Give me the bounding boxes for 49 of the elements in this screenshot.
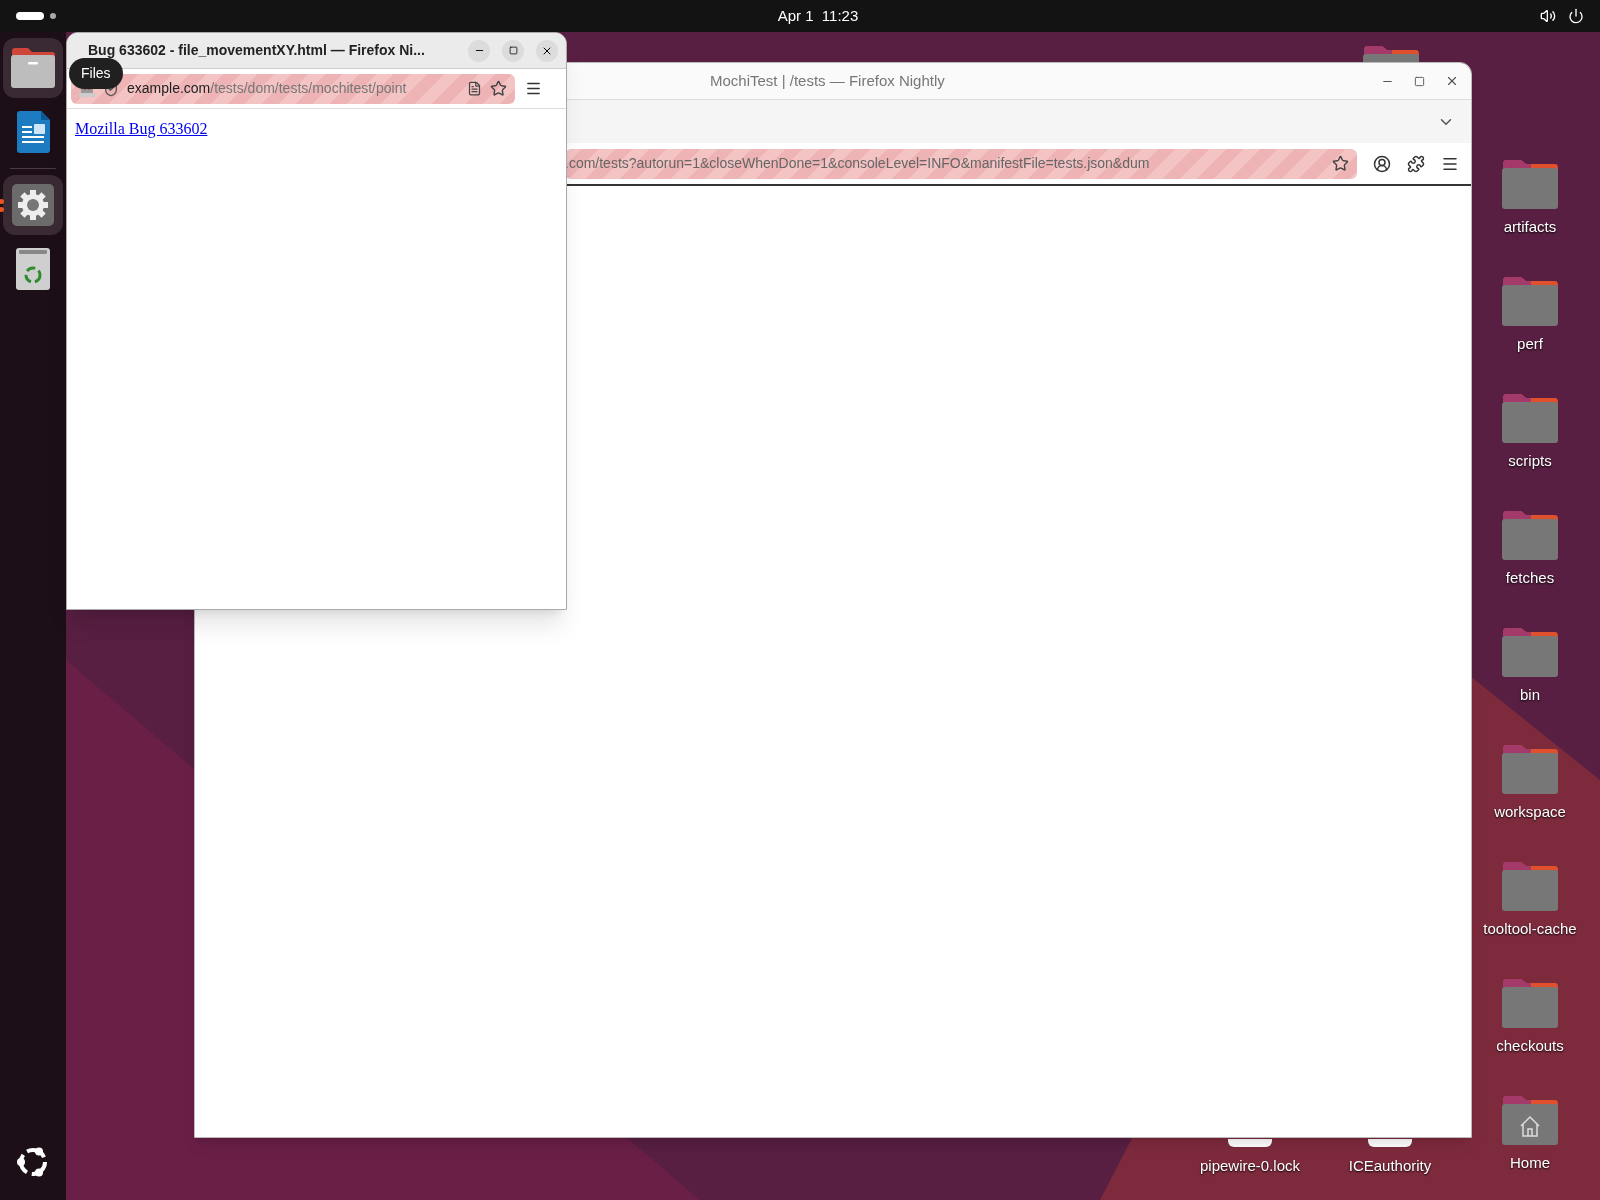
window-title: Bug 633602 - file_movementXY.html — Firefox Ni... [88,41,426,60]
folder-icon [1501,158,1559,210]
file-icon[interactable] [1228,1139,1272,1147]
dock-item[interactable] [3,38,63,98]
url-text: example.com/tests/dom/tests/mochitest/point [127,79,408,98]
icon-label[interactable]: tooltool-cache [1483,918,1577,941]
maximize-button[interactable] [502,39,524,62]
maximize-icon[interactable] [1414,75,1425,87]
icon-label[interactable]: perf [1517,333,1543,356]
icon-label[interactable]: Home [1510,1152,1550,1175]
folder-icon [1501,743,1559,795]
icon-label[interactable]: artifacts [1503,216,1557,239]
folder-icon [1501,977,1559,1029]
folder-icon [1501,392,1559,444]
star-icon[interactable] [490,80,507,97]
window-title: MochiTest | /tests — Firefox Nightly [710,70,945,91]
close-button[interactable] [536,39,558,62]
extensions-icon[interactable] [1407,154,1425,173]
file-icon[interactable] [1368,1139,1412,1147]
folder-icon [1501,275,1559,327]
gear-icon [11,183,55,227]
clock[interactable]: Apr 1 11:23 [777,4,859,28]
icon-label[interactable]: bin [1520,684,1540,707]
icon-label[interactable]: scripts [1508,450,1552,473]
icon-label[interactable]: pipewire-0.lock [1199,1155,1300,1178]
maximize-icon [508,46,518,55]
trash-icon [15,247,51,291]
dock-item[interactable] [3,175,63,235]
reader-view-icon[interactable] [467,81,482,96]
folder-icon [1501,626,1559,678]
folder-icon [1501,860,1559,912]
power-icon[interactable] [1568,8,1584,24]
url-text: .com/tests?autorun=1&closeWhenDone=1&consoleLevel=INFO&manifestFile=tests.json&dum [565,154,1151,173]
account-icon[interactable] [1373,154,1391,173]
star-icon[interactable] [1332,155,1349,172]
workspace-indicator[interactable] [16,12,44,20]
icon-label[interactable]: workspace [1494,801,1566,824]
volume-icon[interactable] [1540,8,1556,24]
icon-label[interactable]: checkouts [1496,1035,1564,1058]
icon-label[interactable]: ICEauthority [1348,1155,1432,1178]
bug-link[interactable]: Mozilla Bug 633602 [75,120,208,137]
folder-icon [10,47,56,89]
menu-icon[interactable] [525,80,542,97]
folder-icon [1501,509,1559,561]
url-bar[interactable]: .com/tests?autorun=1&closeWhenDone=1&consoleLevel=INFO&manifestFile=tests.json&dum [565,148,1357,179]
icon-label[interactable]: fetches [1505,567,1555,590]
close-icon[interactable] [1445,74,1459,88]
home-folder-icon [1501,1094,1559,1146]
document-icon [15,110,51,154]
